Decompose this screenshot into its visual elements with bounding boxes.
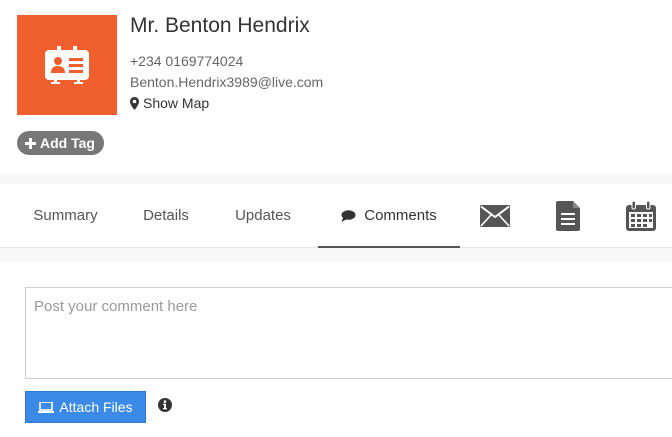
tab-comments[interactable]: Comments — [318, 184, 460, 249]
tab-summary-label: Summary — [33, 207, 98, 224]
tab-email[interactable] — [475, 184, 515, 247]
contact-card-icon — [45, 46, 89, 84]
comment-icon — [341, 209, 356, 222]
tab-details[interactable]: Details — [126, 184, 206, 247]
tab-documents[interactable] — [548, 184, 588, 247]
envelope-icon — [480, 204, 510, 227]
map-marker-icon — [130, 96, 139, 110]
section-divider — [0, 248, 672, 262]
tab-updates[interactable]: Updates — [218, 184, 308, 247]
info-icon[interactable] — [158, 398, 172, 412]
show-map-label: Show Map — [143, 95, 210, 111]
calendar-icon — [626, 200, 656, 231]
attach-files-button[interactable]: Attach Files — [25, 391, 146, 423]
section-divider — [0, 174, 672, 184]
contact-page: Mr. Benton Hendrix +234 0169774024 Bento… — [0, 0, 672, 437]
comment-input[interactable] — [25, 287, 672, 379]
document-icon — [556, 200, 580, 231]
tab-bar: Summary Details Updates Comments — [0, 184, 672, 249]
tab-details-label: Details — [143, 207, 189, 224]
contact-email: Benton.Hendrix3989@live.com — [130, 74, 324, 90]
add-tag-label: Add Tag — [40, 135, 95, 151]
add-tag-button[interactable]: Add Tag — [17, 131, 104, 155]
attach-files-label: Attach Files — [59, 399, 133, 415]
plus-icon — [25, 137, 36, 149]
contact-phone: +234 0169774024 — [130, 53, 244, 69]
tab-comments-label: Comments — [364, 207, 437, 224]
show-map-link[interactable]: Show Map — [130, 95, 209, 111]
avatar — [17, 15, 117, 115]
tab-summary[interactable]: Summary — [18, 184, 113, 247]
tab-calendar[interactable] — [620, 184, 662, 247]
laptop-icon — [38, 401, 55, 413]
tab-updates-label: Updates — [235, 207, 291, 224]
contact-header: Mr. Benton Hendrix +234 0169774024 Bento… — [0, 0, 672, 174]
contact-name: Mr. Benton Hendrix — [130, 14, 310, 37]
